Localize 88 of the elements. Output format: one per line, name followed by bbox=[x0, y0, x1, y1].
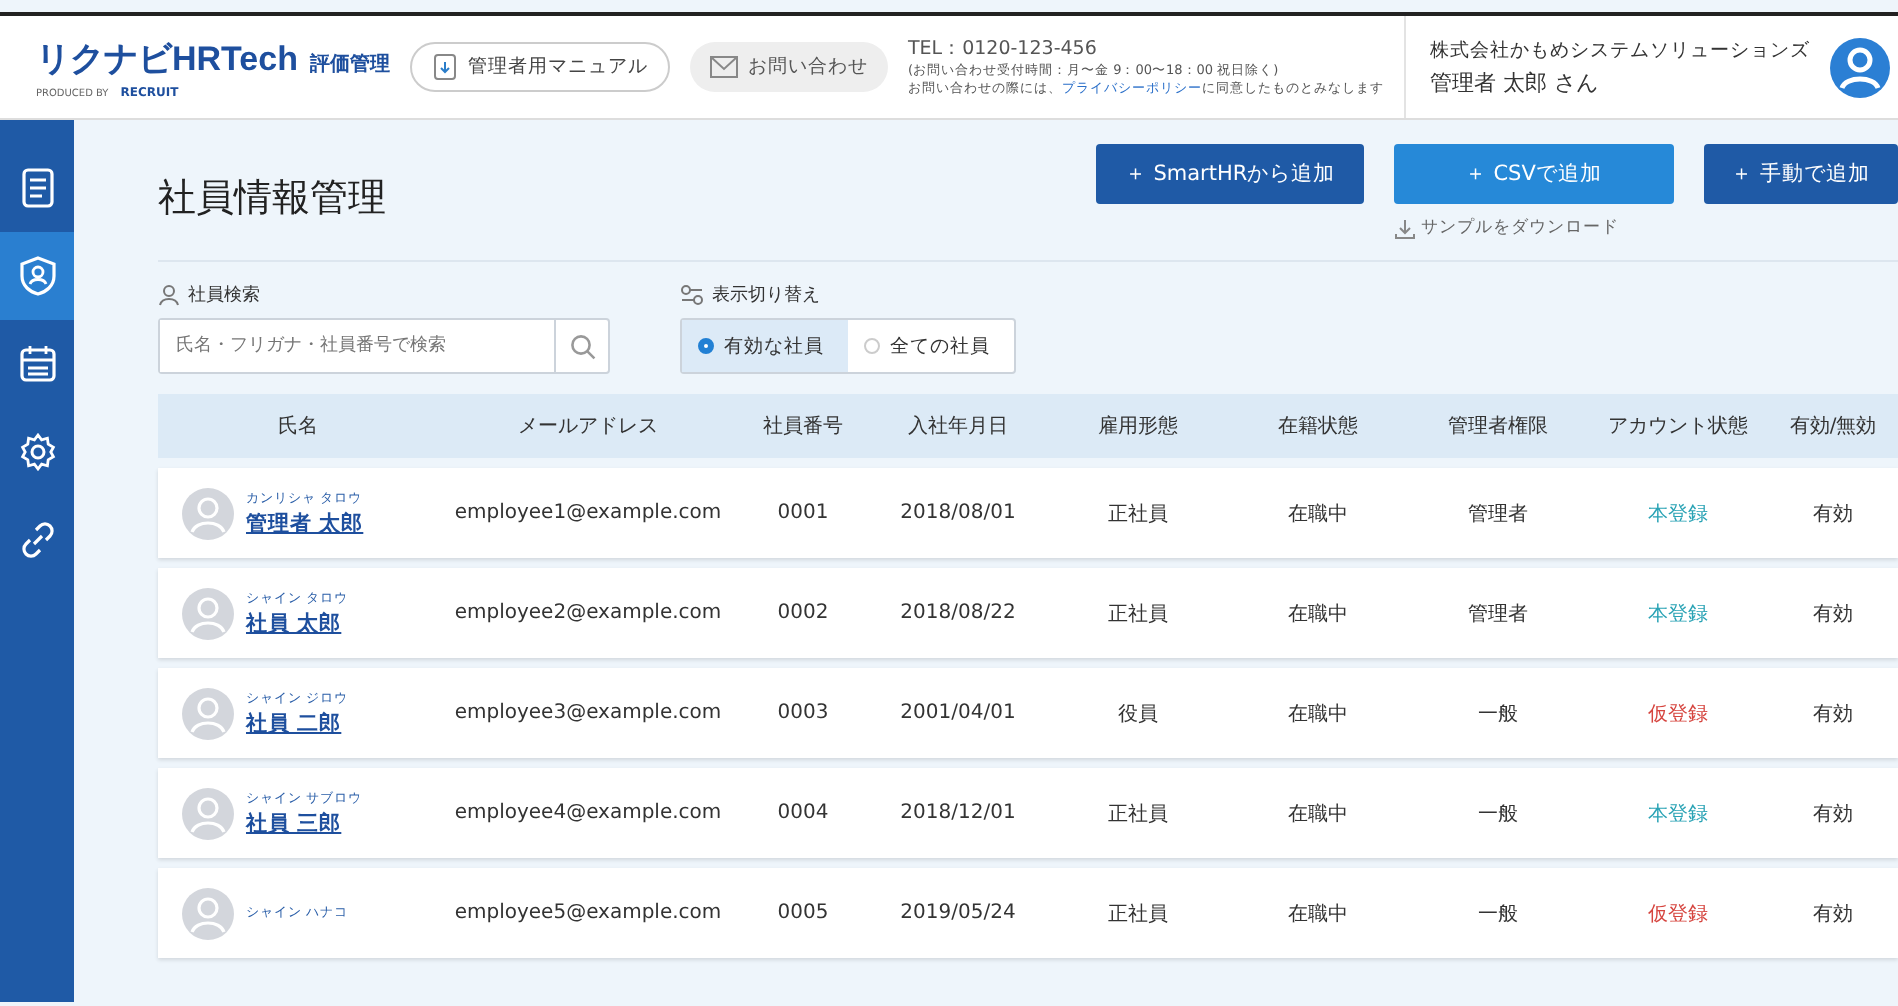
avatar-icon bbox=[182, 787, 234, 839]
phone-number: TEL：0120-123-456 bbox=[907, 37, 1099, 63]
contact-button[interactable]: お問い合わせ bbox=[689, 42, 888, 92]
account-status: 本登録 bbox=[1646, 601, 1710, 627]
manual-button[interactable]: 管理者用マニュアル bbox=[409, 42, 670, 92]
table-cell-text: employee1@example.com bbox=[452, 502, 724, 524]
table-cell-text: employee4@example.com bbox=[452, 802, 724, 824]
table-cell-text: 正社員 bbox=[1106, 801, 1170, 827]
employee-name-link[interactable]: 社員 二郎 bbox=[246, 709, 349, 737]
table-cell-text: 有効 bbox=[1811, 801, 1855, 827]
user-name: 管理者 太郎 さん bbox=[1429, 67, 1600, 97]
document-icon bbox=[431, 54, 458, 80]
link-icon bbox=[17, 520, 57, 560]
account-status: 本登録 bbox=[1646, 501, 1710, 527]
add-button[interactable]: ＋ SmartHRから追加 bbox=[1096, 144, 1364, 204]
avatar-icon bbox=[182, 587, 234, 639]
employee-name-link[interactable]: 管理者 太郎 bbox=[246, 509, 364, 537]
shield-user-icon bbox=[17, 256, 57, 296]
table-cell-text: 管理者 bbox=[1466, 501, 1530, 527]
table-cell-text: 0005 bbox=[775, 902, 831, 924]
avatar-icon bbox=[182, 887, 234, 939]
account-status: 本登録 bbox=[1646, 801, 1710, 827]
account-status: 仮登録 bbox=[1646, 701, 1710, 727]
download-icon bbox=[1393, 217, 1416, 239]
table-cell-text: 管理者 bbox=[1466, 601, 1530, 627]
table-cell-text: 有効 bbox=[1811, 701, 1855, 727]
page-title: 社員情報管理 bbox=[158, 174, 386, 224]
table-cell-text: 有効 bbox=[1811, 501, 1855, 527]
table-cell-text: 2018/08/01 bbox=[898, 502, 1018, 524]
column-header: メールアドレス bbox=[516, 414, 660, 440]
table-cell-text: 在職中 bbox=[1286, 501, 1350, 527]
column-header: 有効/無効 bbox=[1787, 413, 1879, 440]
table-cell-text: 0002 bbox=[775, 602, 831, 624]
table-cell-text: 有効 bbox=[1811, 901, 1855, 927]
table-cell-text: 0001 bbox=[775, 502, 831, 524]
table-cell-text: 役員 bbox=[1116, 701, 1160, 727]
table-cell-text: 0003 bbox=[775, 702, 831, 724]
add-button[interactable]: ＋ 手動で追加 bbox=[1703, 144, 1898, 204]
product-subtitle: 評価管理 bbox=[309, 51, 390, 77]
table-cell-text: 一般 bbox=[1476, 701, 1520, 727]
avatar-icon bbox=[182, 687, 234, 739]
search-icon[interactable] bbox=[569, 333, 595, 359]
table-cell-text: 2001/04/01 bbox=[898, 702, 1018, 724]
column-header: 入社年月日 bbox=[906, 413, 1010, 440]
table-cell-text: 一般 bbox=[1476, 901, 1520, 927]
filter-option[interactable]: 全ての社員 bbox=[848, 320, 1014, 372]
table-cell-text: 在職中 bbox=[1286, 601, 1350, 627]
table-cell-text: 正社員 bbox=[1106, 501, 1170, 527]
column-header: 社員番号 bbox=[761, 413, 845, 440]
table-cell-text: 一般 bbox=[1476, 801, 1520, 827]
document-icon bbox=[19, 168, 55, 208]
table-cell-text: 正社員 bbox=[1106, 601, 1170, 627]
column-header: 氏名 bbox=[276, 413, 320, 440]
person-icon bbox=[158, 284, 180, 306]
mail-icon bbox=[709, 56, 738, 78]
table-cell-text: 0004 bbox=[775, 802, 831, 824]
search-field[interactable]: 氏名・フリガナ・社員番号で検索 bbox=[158, 318, 610, 374]
calendar-icon bbox=[17, 344, 57, 384]
search-label: 社員検索 bbox=[158, 282, 610, 308]
column-header: 管理者権限 bbox=[1446, 413, 1550, 440]
table-cell-text: 2018/08/22 bbox=[898, 602, 1018, 624]
avatar-icon[interactable] bbox=[1829, 37, 1890, 97]
column-header: アカウント状態 bbox=[1606, 413, 1750, 440]
table-cell-text: 正社員 bbox=[1106, 901, 1170, 927]
filter-label: 表示切り替え bbox=[680, 282, 1016, 308]
company-name: 株式会社かもめシステムソリューションズ bbox=[1429, 37, 1810, 63]
toggle-icon bbox=[680, 284, 704, 306]
account-status: 仮登録 bbox=[1646, 901, 1710, 927]
table-cell-text: 在職中 bbox=[1286, 801, 1350, 827]
employee-name-link[interactable]: 社員 三郎 bbox=[246, 809, 363, 837]
add-button[interactable]: ＋ CSVで追加 bbox=[1393, 144, 1674, 204]
product-logo: リクナビHRTech bbox=[36, 37, 298, 81]
table-cell-text: 2018/12/01 bbox=[898, 802, 1018, 824]
table-cell-text: 有効 bbox=[1811, 601, 1855, 627]
table-cell-text: 2019/05/24 bbox=[898, 902, 1018, 924]
avatar-icon bbox=[182, 487, 234, 539]
table-cell-text: 在職中 bbox=[1286, 901, 1350, 927]
table-cell-text: 在職中 bbox=[1286, 701, 1350, 727]
settings-icon bbox=[17, 432, 57, 472]
sidebar-item[interactable] bbox=[0, 232, 74, 320]
table-cell-text: employee2@example.com bbox=[452, 602, 724, 624]
employee-name-link[interactable]: 社員 太郎 bbox=[246, 609, 349, 637]
column-header: 在籍状態 bbox=[1276, 413, 1360, 440]
filter-option[interactable]: 有効な社員 bbox=[682, 320, 848, 372]
table-cell-text: employee3@example.com bbox=[452, 702, 724, 724]
table-cell-text: employee5@example.com bbox=[452, 902, 724, 924]
column-header: 雇用形態 bbox=[1096, 413, 1180, 440]
sample-download-link[interactable]: サンプルをダウンロード bbox=[1393, 216, 1674, 240]
